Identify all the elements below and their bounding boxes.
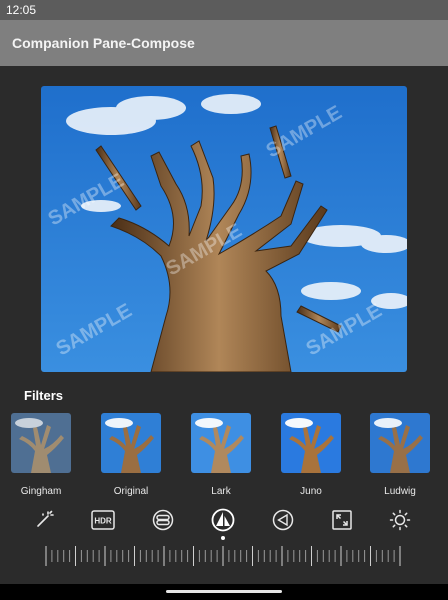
navigation-bar [0, 584, 448, 600]
filter-thumbnail [281, 413, 341, 473]
home-handle[interactable] [166, 590, 282, 593]
svg-text:HDR: HDR [94, 517, 112, 526]
filter-label: Gingham [20, 486, 62, 497]
filter-juno[interactable]: Juno [281, 413, 341, 501]
filter-thumbnail [370, 413, 430, 473]
hdr-icon[interactable]: HDR [91, 508, 115, 532]
filter-original[interactable]: Original [101, 413, 161, 501]
status-time: 12:05 [6, 3, 37, 17]
magic-wand-icon[interactable] [32, 508, 56, 532]
filter-thumbnail [191, 413, 251, 473]
filter-gingham[interactable]: Gingham [11, 413, 71, 501]
filter-label: Lark [211, 486, 231, 497]
crop-expand-icon[interactable] [330, 508, 354, 532]
adjustment-slider[interactable] [44, 544, 404, 568]
tonality-icon[interactable] [211, 508, 235, 532]
filter-label: Original [113, 486, 149, 497]
filter-ludwig[interactable]: Ludwig [370, 413, 430, 501]
selected-indicator [221, 536, 225, 540]
app-title: Companion Pane-Compose [12, 35, 195, 51]
brightness-icon[interactable] [388, 508, 412, 532]
filter-thumbnail [11, 413, 71, 473]
filter-thumbnail [101, 413, 161, 473]
filter-layers-icon[interactable] [151, 508, 175, 532]
app-bar: Companion Pane-Compose [0, 20, 448, 66]
status-bar: 12:05 [0, 0, 448, 20]
filter-label: Ludwig [384, 486, 416, 497]
main-photo: SAMPLE SAMPLE SAMPLE SAMPLE SAMPLE [41, 86, 407, 372]
filters-title: Filters [24, 388, 64, 403]
vignette-icon[interactable] [271, 508, 295, 532]
filter-label: Juno [300, 486, 322, 497]
filter-lark[interactable]: Lark [191, 413, 251, 501]
